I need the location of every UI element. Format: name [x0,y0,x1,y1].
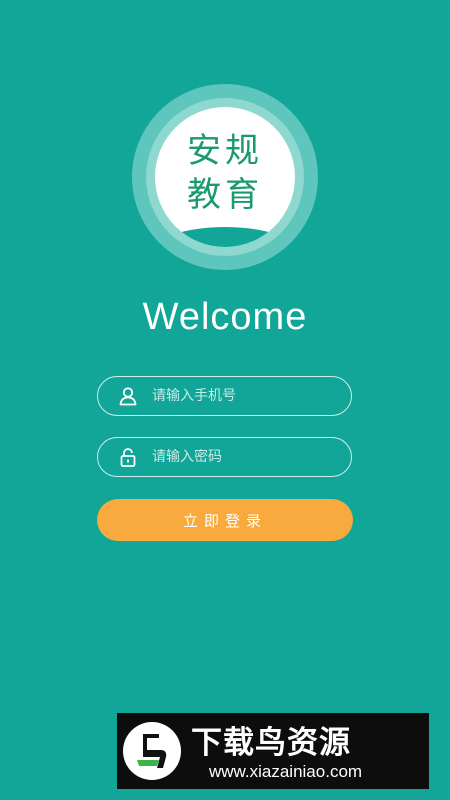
logo-text: 安规 教育 [155,129,295,217]
app-logo: 安规 教育 [155,107,295,247]
watermark-title: 下载鸟资源 [191,725,351,761]
login-button[interactable]: 立即登录 [97,499,353,541]
logo-text-line2: 教育 [187,175,263,215]
bird-glyph-icon [137,734,167,768]
bird-logo-icon [123,722,181,780]
password-input[interactable] [152,449,332,465]
watermark-banner: 下载鸟资源 www.xiazainiao.com [117,713,429,789]
welcome-title: Welcome [142,296,308,338]
user-icon [119,387,137,406]
watermark-url: www.xiazainiao.com [209,762,363,781]
lock-icon [120,448,136,467]
phone-input[interactable] [152,388,332,404]
password-field[interactable] [97,437,352,477]
logo-text-line1: 安规 [187,131,263,171]
phone-field[interactable] [97,376,352,416]
